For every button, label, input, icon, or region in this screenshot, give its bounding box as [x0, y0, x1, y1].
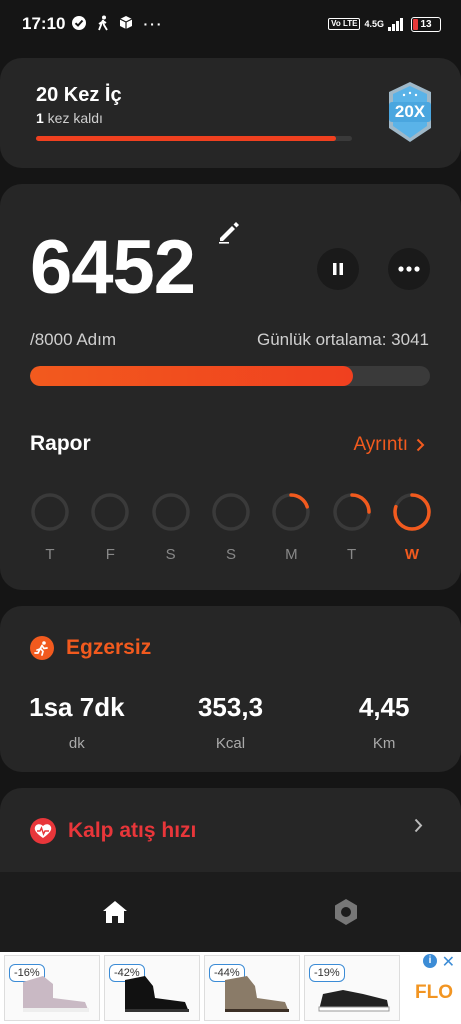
day-label: F — [105, 546, 115, 563]
stat-value: 353,3 — [197, 692, 264, 722]
day-ring: T — [332, 492, 372, 563]
package-icon — [119, 15, 133, 33]
day-label: S — [225, 546, 236, 563]
more-options-button[interactable] — [388, 248, 430, 290]
edit-icon[interactable] — [216, 218, 242, 244]
day-ring: M — [271, 492, 311, 563]
ad-product[interactable]: -16% — [4, 955, 100, 1021]
shoe-image — [318, 990, 390, 1012]
weekly-report: TFSSMTW — [30, 492, 432, 563]
stat-unit: dk — [68, 735, 85, 752]
ad-product[interactable]: -44% — [204, 955, 300, 1021]
exercise-calories: 353,3 Kcal — [154, 692, 308, 752]
day-progress-ring — [272, 493, 311, 531]
pause-button[interactable] — [317, 248, 359, 290]
challenge-title: 20 Kez İç — [36, 84, 122, 106]
ad-close-icon[interactable]: ✕ — [442, 952, 455, 972]
day-label: M — [285, 546, 298, 563]
challenge-card[interactable]: 20 Kez İç 1 kez kaldı 20X — [0, 58, 461, 168]
day-progress-ring — [393, 493, 431, 531]
status-time: 17:10 — [22, 14, 66, 33]
nav-settings[interactable] — [231, 872, 461, 952]
step-goal: /8000 Adım — [30, 330, 117, 349]
ad-brand: FLO — [415, 982, 453, 1003]
more-horizontal-icon — [398, 266, 420, 272]
volte-indicator: Vo LTE — [328, 18, 361, 30]
shoe-image — [23, 976, 89, 1012]
day-progress-ring — [31, 493, 69, 531]
challenge-progress-fill — [36, 136, 337, 141]
challenge-badge-text: 20X — [394, 102, 426, 121]
exercise-duration: 1sa 7dk dk — [0, 692, 154, 752]
day-ring: S — [211, 492, 251, 563]
day-progress-ring — [151, 493, 190, 531]
pause-icon — [333, 263, 343, 275]
day-ring: W — [392, 492, 432, 563]
day-ring: S — [151, 492, 191, 563]
running-icon — [30, 636, 54, 660]
challenge-badge[interactable]: 20X — [385, 80, 435, 144]
report-title: Rapor — [30, 432, 91, 455]
report-detail-label: Ayrıntı — [353, 434, 408, 455]
step-count: 6452 — [30, 225, 196, 310]
stat-unit: Kcal — [215, 735, 246, 752]
stat-unit: Km — [372, 735, 396, 752]
day-ring: F — [90, 492, 130, 563]
more-notifications-icon: ··· — [143, 16, 164, 32]
exercise-title: Egzersiz — [66, 636, 152, 659]
shoe-image — [125, 976, 189, 1012]
heart-rate-title: Kalp atış hızı — [68, 819, 197, 842]
exercise-card[interactable]: Egzersiz 1sa 7dk dk 353,3 Kcal 4,45 Km — [0, 606, 461, 772]
home-icon — [103, 901, 128, 923]
day-progress-ring — [332, 493, 371, 531]
report-detail-link[interactable]: Ayrıntı — [353, 434, 425, 456]
stat-value: 1sa 7dk — [29, 692, 125, 722]
ad-product[interactable]: -19% — [304, 955, 400, 1021]
daily-average: Günlük ortalama: 3041 — [257, 330, 429, 349]
ad-banner[interactable]: -16% -42% -44% -19% i ✕ FLO — [0, 952, 461, 1024]
chevron-right-icon — [416, 438, 425, 452]
challenge-remaining-count: 1 — [36, 110, 44, 126]
day-progress-ring — [212, 493, 250, 531]
status-bar: 17:10 ··· Vo LTE 4.5G 13 — [0, 0, 461, 48]
ad-product[interactable]: -42% — [104, 955, 200, 1021]
chevron-right-icon[interactable] — [414, 818, 423, 838]
stat-value: 4,45 — [358, 692, 410, 722]
challenge-remaining: 1 kez kaldı — [36, 110, 103, 126]
battery-level: 13 — [420, 18, 432, 30]
day-label: W — [404, 546, 420, 563]
exercise-header: Egzersiz — [30, 636, 151, 660]
day-label: T — [347, 546, 357, 563]
steps-progress-fill — [30, 366, 353, 386]
steps-card: 6452 /8000 Adım Günlük ortalama: 3041 Ra… — [0, 184, 461, 590]
shoe-image — [225, 976, 289, 1012]
heart-icon — [30, 818, 56, 844]
steps-progress-bar — [30, 366, 430, 386]
bottom-navigation — [0, 872, 461, 952]
exercise-stats: 1sa 7dk dk 353,3 Kcal 4,45 Km — [0, 692, 461, 752]
day-label: S — [165, 546, 176, 563]
exercise-distance: 4,45 Km — [307, 692, 461, 752]
settings-icon — [334, 899, 357, 925]
walking-icon — [97, 15, 109, 34]
network-type: 4.5G — [364, 18, 384, 29]
signal-icon — [388, 17, 403, 31]
heart-rate-header: Kalp atış hızı — [30, 818, 196, 844]
day-ring: T — [30, 492, 70, 563]
check-circle-icon — [71, 15, 87, 34]
challenge-remaining-text: kez kaldı — [43, 110, 103, 126]
day-label: T — [45, 546, 55, 563]
battery-icon: 13 — [411, 16, 441, 32]
nav-home[interactable] — [0, 872, 231, 952]
challenge-progress-bar — [36, 136, 352, 141]
day-progress-ring — [91, 493, 130, 531]
ad-info-icon[interactable]: i — [423, 954, 437, 968]
